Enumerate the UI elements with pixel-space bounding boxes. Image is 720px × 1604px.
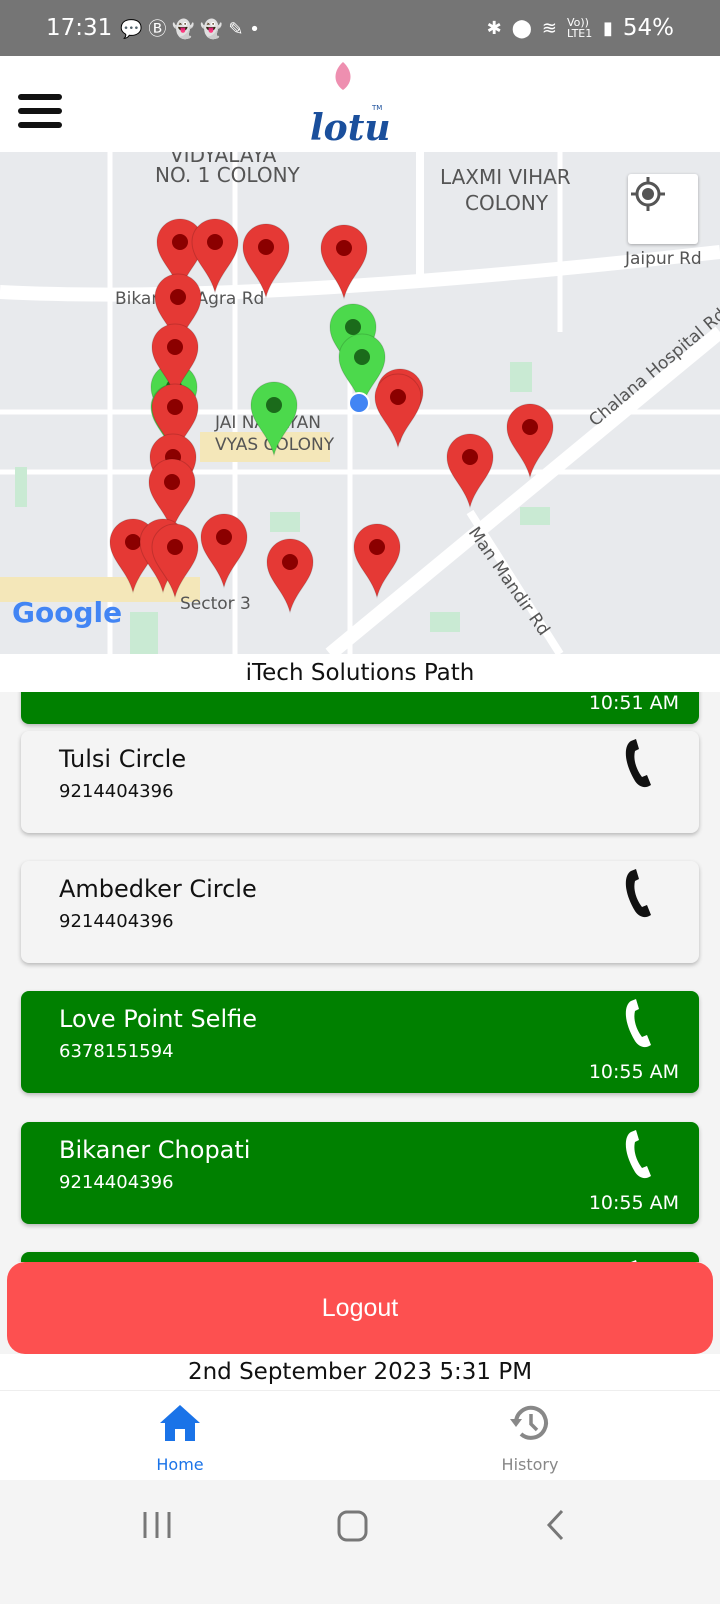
tab-history[interactable]: History — [470, 1401, 590, 1474]
pending-location-pin[interactable] — [506, 403, 554, 479]
location-name: Love Point Selfie — [59, 1005, 257, 1033]
current-datetime: 2nd September 2023 5:31 PM — [0, 1354, 720, 1390]
my-location-button[interactable] — [628, 174, 698, 244]
status-bar: 17:31 💬 Ⓑ 👻 👻 ✎ • ✱ ⬤ ≋ Vo)) LTE1 ▮ 54% — [0, 0, 720, 56]
battery-percent: 54% — [622, 15, 674, 41]
signal-icon: ▮ — [602, 17, 613, 39]
visit-time: 10:55 AM — [588, 1061, 679, 1083]
logout-button[interactable]: Logout — [7, 1262, 713, 1354]
my-location-icon — [631, 177, 665, 211]
map-canvas[interactable]: VIDYALAYANO. 1 COLONY LAXMI VIHARCOLONYJa… — [0, 152, 720, 654]
home-button-icon — [337, 1510, 368, 1542]
home-icon — [160, 1405, 200, 1441]
location-card[interactable]: Bikaner Chopati 9214404396 10:55 AM — [21, 1122, 699, 1224]
tab-home[interactable]: Home — [120, 1401, 240, 1474]
location-phone: 9214404396 — [59, 781, 174, 802]
phone-call-icon[interactable] — [621, 999, 657, 1049]
pending-location-pin[interactable] — [266, 538, 314, 614]
map-label: COLONY — [465, 191, 549, 215]
map-label: Jaipur Rd — [624, 249, 702, 269]
map-view[interactable]: VIDYALAYA NO. 1 COLONY LAXMI VIHAR COLONY Ja… — [0, 152, 720, 654]
tab-history-label: History — [501, 1455, 559, 1474]
location-name: Bikaner Chopati — [59, 1136, 251, 1164]
location-phone: 9214404396 — [59, 1172, 174, 1193]
network-label: Vo)) LTE1 — [566, 16, 593, 40]
google-logo: Google — [12, 596, 122, 629]
map-label: LAXMI VIHAR — [440, 165, 571, 189]
system-nav-icons — [143, 1509, 564, 1542]
wifi-icon: ≋ — [541, 17, 557, 39]
svg-text:lotus: lotus — [310, 107, 390, 149]
location-card[interactable]: Love Point Selfie 6378151594 10:55 AM — [21, 991, 699, 1093]
history-icon — [510, 1405, 548, 1440]
visit-time: 10:51 AM — [588, 692, 679, 714]
pending-location-pin[interactable] — [191, 218, 239, 294]
location-card[interactable] — [21, 1252, 699, 1262]
current-location-dot — [348, 392, 370, 414]
location-card[interactable]: 10:51 AM — [21, 692, 699, 724]
pending-location-pin[interactable] — [200, 513, 248, 589]
phone-call-icon[interactable] — [621, 1130, 657, 1180]
notification-icons: 💬 Ⓑ 👻 👻 ✎ • — [120, 19, 260, 40]
location-list[interactable]: 10:51 AM Tulsi Circle 9214404396 Ambedke… — [0, 692, 720, 1262]
bluetooth-icon: ✱ — [486, 17, 502, 39]
system-navigation — [0, 1480, 720, 1600]
svg-text:TM: TM — [371, 104, 382, 112]
phone-call-icon[interactable] — [621, 869, 657, 919]
location-phone: 6378151594 — [59, 1041, 174, 1062]
phone-call-icon[interactable] — [621, 739, 657, 789]
lotus-logo: lotus TM — [310, 62, 390, 149]
recent-apps-icon — [143, 1512, 171, 1538]
pending-location-pin[interactable] — [353, 523, 401, 599]
map-label: Sector 3 — [180, 594, 251, 614]
map-label: NO. 1 COLONY — [155, 163, 301, 187]
location-card[interactable]: Ambedker Circle 9214404396 — [21, 861, 699, 963]
location-icon: ⬤ — [511, 17, 532, 39]
app-bar: lotus TM — [0, 56, 720, 152]
tab-home-label: Home — [156, 1455, 204, 1474]
hamburger-menu-button[interactable] — [18, 94, 62, 128]
pending-location-pin[interactable] — [446, 433, 494, 509]
location-phone: 9214404396 — [59, 911, 174, 932]
visit-time: 10:55 AM — [588, 1192, 679, 1214]
map-label: Man Mandir Rd — [464, 523, 554, 639]
location-name: Tulsi Circle — [59, 745, 187, 773]
location-name: Ambedker Circle — [59, 875, 257, 903]
back-icon — [546, 1509, 564, 1541]
path-title: iTech Solutions Path — [0, 654, 720, 692]
clock: 17:31 — [46, 15, 113, 41]
location-card[interactable]: Tulsi Circle 9214404396 — [21, 731, 699, 833]
pending-location-pin[interactable] — [374, 373, 422, 449]
bottom-navigation: Home History — [0, 1390, 720, 1480]
